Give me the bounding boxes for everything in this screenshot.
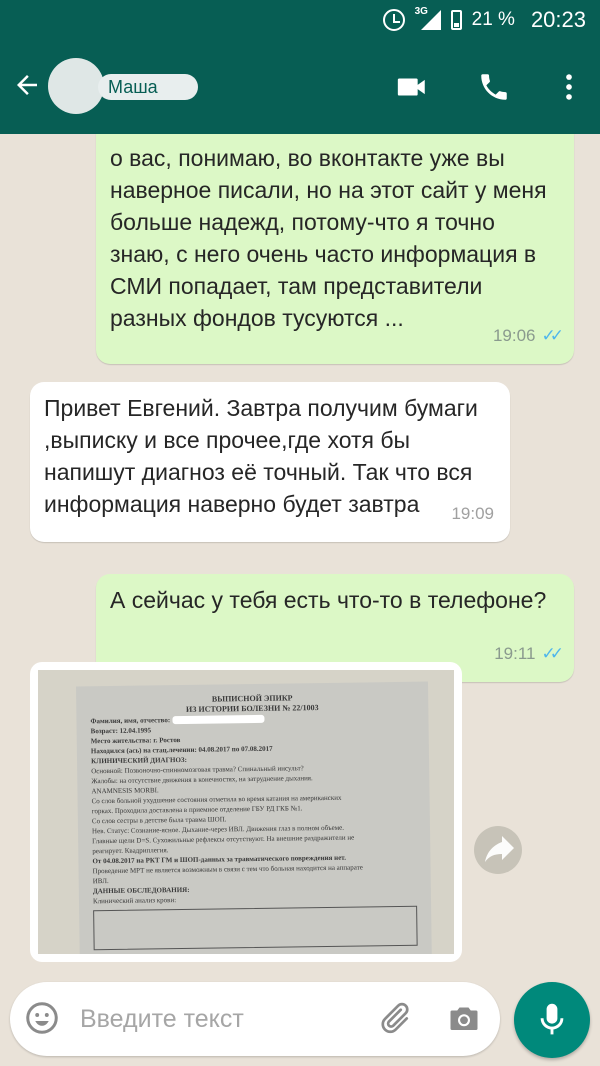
message-text: Привет Евгений. Завтра получим бумаги ,в… <box>44 395 478 517</box>
message-incoming[interactable]: Привет Евгений. Завтра получим бумаги ,в… <box>30 382 510 542</box>
microphone-icon <box>540 1003 564 1035</box>
discharge-document: ВЫПИСНОЙ ЭПИКР ИЗ ИСТОРИИ БОЛЕЗНИ № 22/1… <box>75 681 433 954</box>
forward-icon <box>485 836 514 862</box>
alarm-icon <box>382 9 405 31</box>
message-meta: 19:11 ✓✓ <box>494 638 564 670</box>
message-text: о вас, понимаю, во вконтакте уже вы наве… <box>110 145 547 331</box>
status-bar: 3G 21 % 20:23 <box>0 0 600 40</box>
voice-record-button[interactable] <box>514 982 590 1058</box>
read-ticks-icon: ✓✓ <box>541 644 564 663</box>
clock: 20:23 <box>530 7 586 32</box>
phone-icon[interactable] <box>477 70 511 104</box>
paperclip-icon[interactable] <box>376 1000 412 1036</box>
message-meta: 19:09 <box>451 498 494 530</box>
message-composer <box>10 982 500 1056</box>
camera-icon[interactable] <box>446 1000 482 1036</box>
message-text: А сейчас у тебя есть что-то в телефоне? <box>110 587 547 613</box>
message-time: 19:09 <box>451 504 494 523</box>
read-ticks-icon: ✓✓ <box>541 326 564 345</box>
more-vert-icon[interactable] <box>552 70 586 104</box>
contact-name[interactable]: Маша <box>98 74 198 100</box>
doc-table <box>93 905 418 951</box>
message-outgoing[interactable]: о вас, понимаю, во вконтакте уже вы наве… <box>96 134 574 364</box>
redaction <box>171 715 265 725</box>
video-call-icon[interactable] <box>395 70 429 104</box>
message-input[interactable] <box>80 998 350 1040</box>
doc-fio-label: Фамилия, имя, отчество: <box>90 716 171 726</box>
message-time: 19:11 <box>494 644 536 663</box>
back-arrow-icon[interactable] <box>12 70 42 100</box>
emoji-icon[interactable] <box>24 1000 60 1036</box>
document-photo[interactable]: ВЫПИСНОЙ ЭПИКР ИЗ ИСТОРИИ БОЛЕЗНИ № 22/1… <box>38 670 454 954</box>
message-meta: 19:06 ✓✓ <box>492 320 564 352</box>
signal-icon: 3G <box>415 6 441 30</box>
image-message[interactable]: ВЫПИСНОЙ ЭПИКР ИЗ ИСТОРИИ БОЛЕЗНИ № 22/1… <box>30 662 462 962</box>
chat-header: Маша <box>0 40 600 134</box>
message-time: 19:06 <box>492 326 536 345</box>
battery-icon <box>450 10 462 30</box>
chat-area[interactable]: о вас, понимаю, во вконтакте уже вы наве… <box>0 134 600 966</box>
forward-button[interactable] <box>474 826 522 874</box>
avatar[interactable] <box>48 58 104 114</box>
battery-percent: 21 % <box>471 9 515 30</box>
